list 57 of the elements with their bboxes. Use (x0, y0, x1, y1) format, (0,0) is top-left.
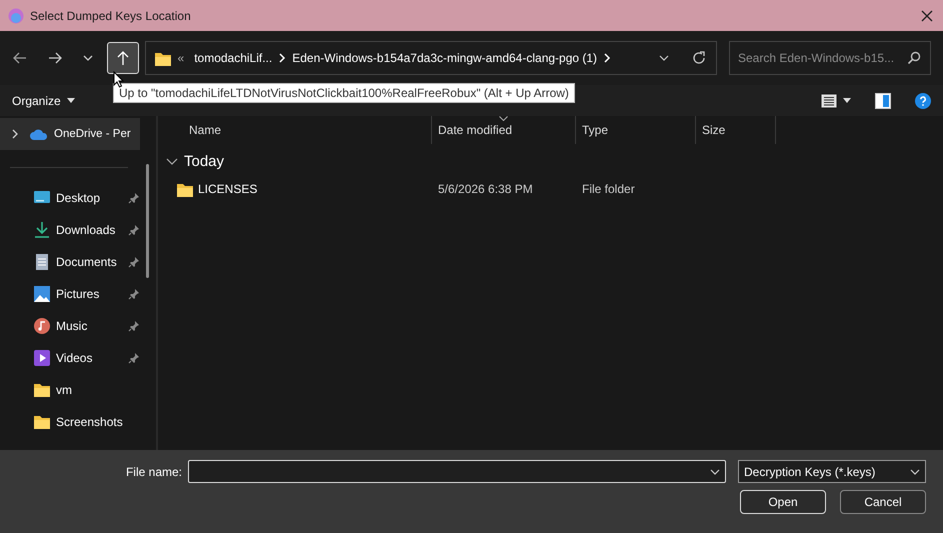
back-icon[interactable] (12, 50, 28, 66)
search-field[interactable]: Search Eden-Windows-b15... (729, 41, 931, 75)
folder-icon (33, 413, 51, 431)
sidebar-item[interactable]: OneDrive - Per (0, 118, 140, 150)
address-bar[interactable]: « tomodachiLif... Eden-Windows-b154a7da3c-mingw-amd64-clang-pgo (1) (144, 41, 717, 75)
view-menu[interactable] (821, 94, 851, 108)
column-header[interactable]: Size (696, 116, 776, 144)
breadcrumb[interactable]: Eden-Windows-b154a7da3c-mingw-amd64-clang-pgo (1) (292, 51, 598, 65)
sidebar-item[interactable]: Videos (0, 342, 156, 374)
sidebar-item[interactable]: Pictures (0, 278, 156, 310)
cloud-icon (30, 128, 48, 140)
forward-icon[interactable] (47, 50, 63, 66)
organize-menu[interactable]: Organize (8, 92, 79, 110)
download-icon (33, 221, 51, 239)
breadcrumb[interactable]: tomodachiLif... (194, 51, 272, 65)
field-label: File name: (126, 464, 182, 478)
up-arrow-icon (116, 50, 130, 66)
caret-icon (843, 98, 851, 103)
chevron-right-icon (10, 129, 20, 139)
mouse-pointer-icon (113, 71, 124, 88)
sidebar-item[interactable]: vm (0, 374, 156, 406)
table-cell-text: File folder (581, 181, 636, 198)
sidebar-item[interactable]: Downloads (0, 214, 156, 246)
music-note-icon (33, 317, 51, 335)
sidebar-item[interactable]: Documents (0, 246, 156, 278)
preview-pane-icon[interactable] (875, 92, 891, 108)
table-cell-text: 5/6/2026 6:38 PM (437, 181, 534, 198)
chevron-right-icon (603, 53, 612, 63)
picture-icon (33, 285, 51, 303)
file-name[interactable]: LICENSES (198, 182, 258, 196)
help-icon[interactable] (915, 92, 931, 108)
list-view-icon (821, 94, 837, 108)
column-header[interactable]: Name (158, 116, 432, 144)
refresh-icon[interactable] (692, 51, 706, 65)
sidebar-item[interactable]: Desktop (0, 182, 156, 214)
cancel-button[interactable]: Cancel (840, 490, 926, 514)
open-button[interactable]: Open (740, 490, 826, 514)
up-button[interactable] (107, 42, 138, 74)
document-icon (33, 253, 51, 271)
tooltip: Up to "tomodachiLifeLTDNotVirusNotClickbait100%RealFreeRobux" (Alt + Up Arrow) (113, 83, 575, 103)
file-type-dropdown[interactable]: Decryption Keys (*.keys) (738, 460, 926, 483)
folder-icon (33, 381, 51, 399)
sidebar-item[interactable]: Music (0, 310, 156, 342)
overflow-chevrons[interactable]: « (178, 51, 184, 65)
column-header[interactable]: Date modified (432, 116, 576, 144)
caret-icon (66, 98, 75, 103)
chevron-right-icon (278, 53, 286, 63)
close-icon[interactable] (921, 10, 933, 22)
sidebar-item[interactable]: Screenshots (0, 406, 156, 438)
window-title: Select Dumped Keys Location (30, 8, 191, 22)
column-header[interactable]: Type (576, 116, 696, 144)
sort-caret-icon (499, 116, 508, 121)
file-name-field[interactable] (188, 460, 726, 483)
video-icon (33, 349, 51, 367)
search-icon (907, 51, 921, 65)
group-header[interactable]: Today (158, 144, 943, 178)
app-icon (8, 8, 24, 24)
